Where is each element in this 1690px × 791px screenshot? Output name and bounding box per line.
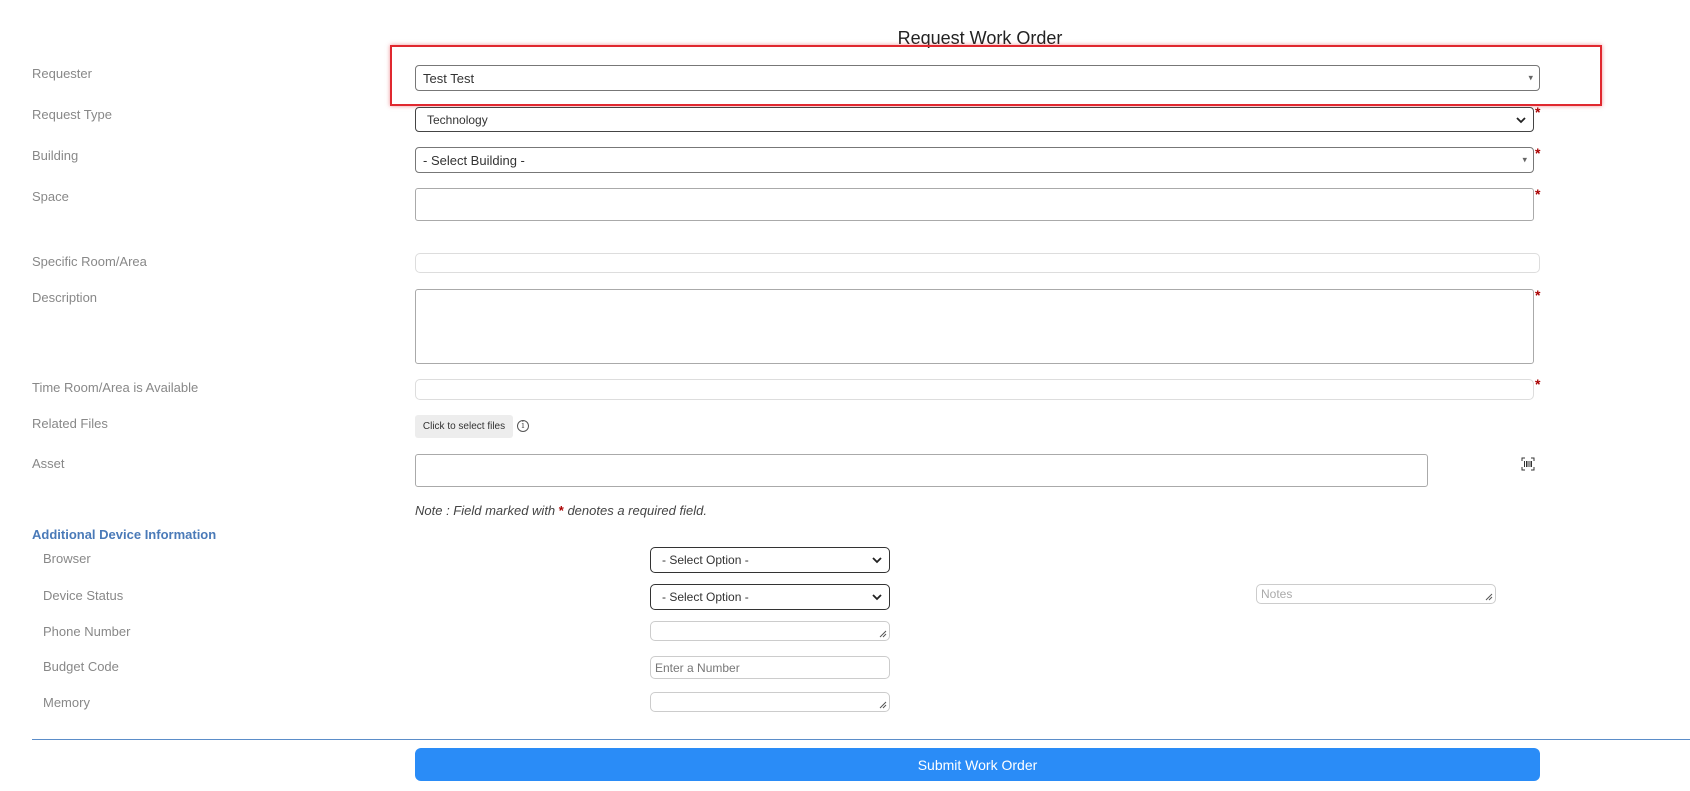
- budget-code-label: Budget Code: [43, 659, 119, 674]
- requester-select[interactable]: Test Test ▾: [415, 65, 1540, 91]
- asset-input[interactable]: [415, 454, 1428, 487]
- building-select[interactable]: - Select Building - ▾: [415, 147, 1534, 173]
- phone-number-label: Phone Number: [43, 624, 131, 639]
- description-textarea[interactable]: [415, 289, 1534, 364]
- browser-select[interactable]: - Select Option -: [650, 547, 890, 573]
- required-marker: *: [1535, 376, 1541, 392]
- resize-handle-icon[interactable]: [1485, 593, 1493, 601]
- budget-code-placeholder: Enter a Number: [655, 660, 740, 675]
- budget-code-input[interactable]: Enter a Number: [650, 656, 890, 679]
- browser-value: - Select Option -: [662, 553, 749, 567]
- browser-label: Browser: [43, 551, 91, 566]
- section-divider: [32, 739, 1690, 740]
- chevron-down-icon: [872, 557, 882, 564]
- additional-device-heading: Additional Device Information: [32, 527, 217, 542]
- requester-label: Requester: [32, 66, 92, 81]
- resize-handle-icon[interactable]: [879, 701, 887, 709]
- specific-room-label: Specific Room/Area: [32, 254, 147, 269]
- building-label: Building: [32, 148, 79, 163]
- related-files-label: Related Files: [32, 416, 108, 431]
- space-label: Space: [32, 189, 69, 204]
- resize-handle-icon[interactable]: [879, 630, 887, 638]
- note-suffix: denotes a required field.: [563, 503, 707, 518]
- required-marker: *: [1535, 145, 1541, 161]
- required-marker: *: [1535, 287, 1541, 303]
- device-status-select[interactable]: - Select Option -: [650, 584, 890, 610]
- asset-label: Asset: [32, 456, 65, 471]
- chevron-down-icon: [872, 594, 882, 601]
- requester-value: Test Test: [423, 70, 475, 86]
- chevron-down-icon: [1516, 116, 1526, 123]
- time-available-label: Time Room/Area is Available: [32, 380, 199, 395]
- select-files-button[interactable]: Click to select files: [415, 415, 513, 438]
- space-input[interactable]: [415, 188, 1534, 221]
- required-field-note: Note : Field marked with * denotes a req…: [415, 503, 707, 518]
- device-status-notes-textarea[interactable]: Notes: [1256, 584, 1496, 604]
- required-marker: *: [1535, 186, 1541, 202]
- building-value: - Select Building -: [423, 152, 525, 168]
- info-icon[interactable]: i: [517, 420, 529, 432]
- notes-placeholder: Notes: [1261, 587, 1293, 601]
- time-available-input[interactable]: [415, 379, 1534, 400]
- required-marker: *: [1535, 104, 1541, 120]
- request-type-value: Technology: [427, 112, 488, 127]
- device-status-label: Device Status: [43, 588, 124, 603]
- submit-work-order-button[interactable]: Submit Work Order: [415, 748, 1540, 781]
- note-prefix: Note : Field marked with: [415, 503, 559, 518]
- request-type-label: Request Type: [32, 107, 112, 122]
- specific-room-input[interactable]: [415, 253, 1540, 273]
- memory-label: Memory: [43, 695, 90, 710]
- device-status-value: - Select Option -: [662, 590, 749, 604]
- phone-number-textarea[interactable]: [650, 621, 890, 641]
- description-label: Description: [32, 290, 98, 305]
- caret-down-icon: ▾: [1528, 72, 1533, 83]
- caret-down-icon: ▾: [1522, 154, 1527, 165]
- memory-textarea[interactable]: [650, 692, 890, 712]
- request-type-select[interactable]: Technology: [415, 107, 1534, 132]
- barcode-scan-icon[interactable]: [1521, 457, 1535, 471]
